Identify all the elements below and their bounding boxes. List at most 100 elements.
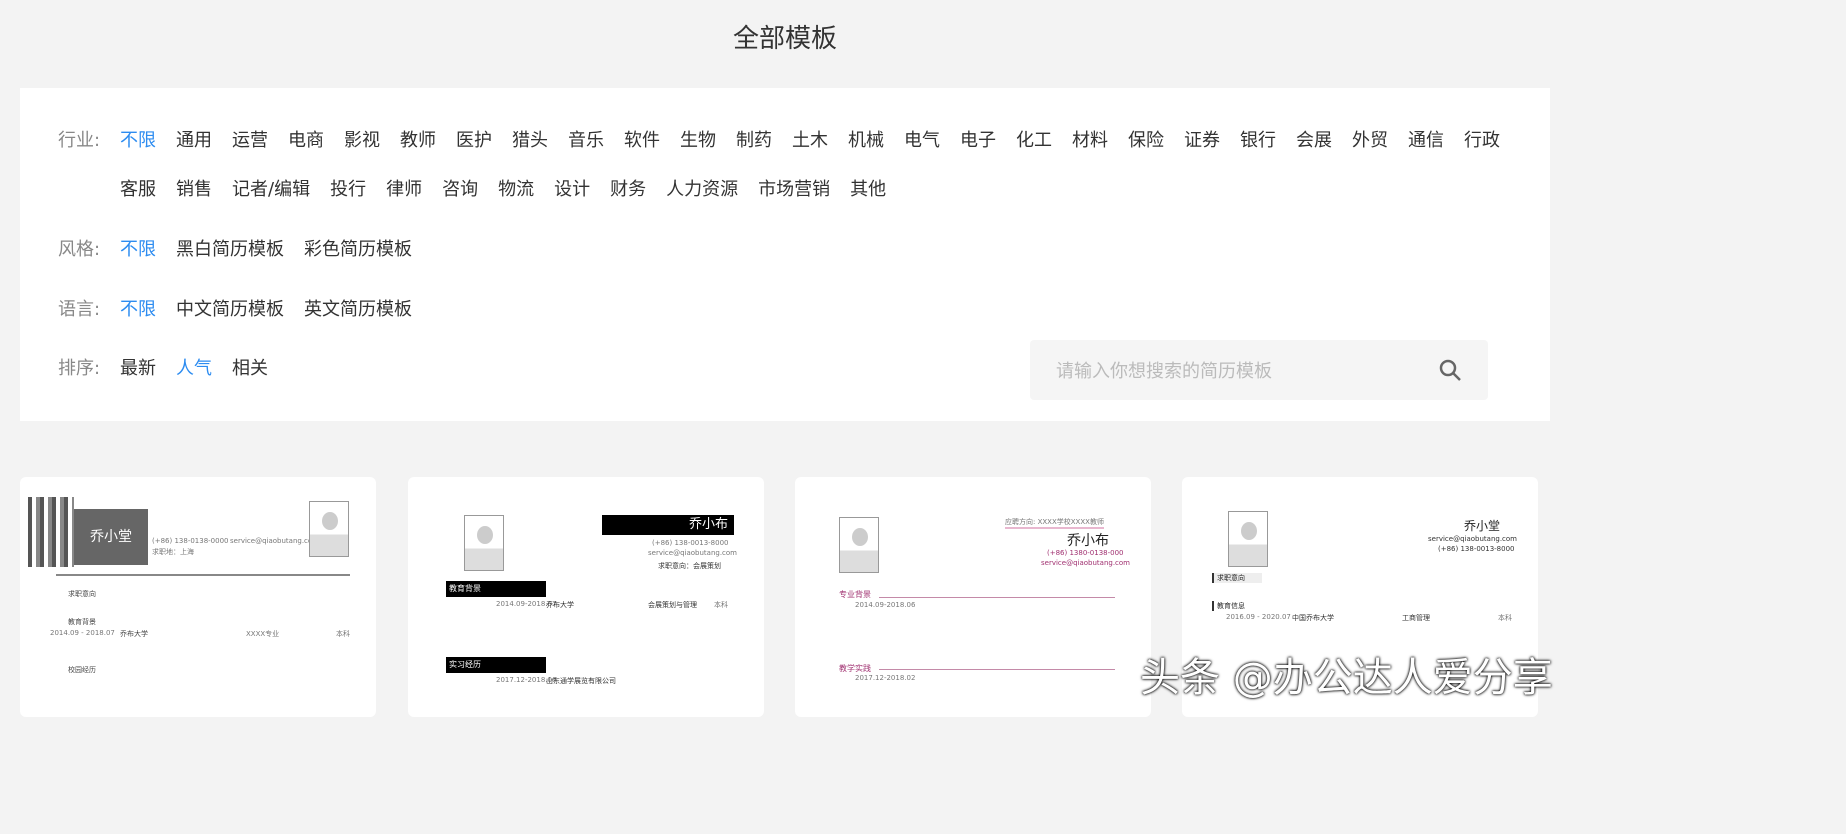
filter-option[interactable]: 客服 — [120, 178, 156, 202]
filter-option[interactable]: 人气 — [176, 357, 212, 381]
filter-label: 风格: — [58, 239, 101, 260]
resume-phone: (+86) 138-0013-8000 — [1438, 545, 1515, 553]
resume-major: 会展策划与管理 — [648, 601, 697, 609]
filter-option[interactable]: 投行 — [330, 178, 366, 202]
resume-target: 应聘方向: XXXX学校XXXX教师 — [1005, 517, 1104, 529]
resume-degree: 本科 — [1498, 614, 1512, 622]
filter-option[interactable]: 彩色简历模板 — [304, 238, 412, 262]
resume-email: service@qiaobutang.com — [648, 549, 738, 557]
filter-option[interactable]: 电商 — [288, 129, 324, 153]
resume-school: 中国乔布大学 — [1292, 614, 1334, 622]
resume-phone: (+86) 1380-0138-000 — [1047, 549, 1124, 557]
filter-industry: 行业: 不限 通用 运营 电商 影视 教师 医护 猎头 音乐 软件 生物 制药 土木 机械 电气 电子 化工 材料… — [58, 129, 1520, 202]
resume-major: XXXX专业 — [246, 630, 280, 638]
filter-option[interactable]: 不限 — [120, 298, 156, 322]
filter-option[interactable]: 运营 — [232, 129, 268, 153]
section-title: 求职意向 — [1212, 573, 1262, 583]
filter-option[interactable]: 相关 — [232, 357, 268, 381]
filter-option[interactable]: 化工 — [1016, 129, 1052, 153]
resume-email: service@qiaobutang.com — [1041, 559, 1131, 567]
filter-option[interactable]: 律师 — [386, 178, 422, 202]
resume-name: 乔小布 — [602, 515, 734, 535]
filter-option[interactable]: 电气 — [904, 129, 940, 153]
filter-label: 排序: — [58, 358, 101, 379]
filter-option[interactable]: 软件 — [624, 129, 660, 153]
filter-style: 风格: 不限 黑白简历模板 彩色简历模板 — [58, 238, 1520, 262]
filter-option[interactable]: 机械 — [848, 129, 884, 153]
filter-option[interactable]: 最新 — [120, 357, 156, 381]
filter-option[interactable]: 通用 — [176, 129, 212, 153]
filter-label: 行业: — [58, 130, 101, 151]
filter-option[interactable]: 影视 — [344, 129, 380, 153]
watermark: 头条 @办公达人爱分享 — [1140, 655, 1553, 701]
filter-option[interactable]: 电子 — [960, 129, 996, 153]
page-title: 全部模板 — [732, 24, 837, 54]
section-title: 教育背景 — [446, 581, 546, 597]
filter-option[interactable]: 人力资源 — [666, 178, 738, 202]
filter-option[interactable]: 记者/编辑 — [232, 178, 310, 202]
search-icon[interactable] — [1438, 358, 1462, 382]
filter-language: 语言: 不限 中文简历模板 英文简历模板 — [58, 298, 1520, 322]
resume-name: 乔小堂 — [1464, 519, 1501, 533]
resume-phone: (+86) 138-0138-0000 — [152, 537, 229, 545]
resume-school: 乔布大学 — [546, 601, 574, 609]
filter-option[interactable]: 其他 — [850, 178, 886, 202]
filter-option[interactable]: 音乐 — [568, 129, 604, 153]
search-placeholder: 请输入你想搜索的简历模板 — [1056, 361, 1272, 382]
filter-option[interactable]: 不限 — [120, 238, 156, 262]
filter-options: 不限 黑白简历模板 彩色简历模板 — [120, 238, 1520, 262]
section-title: 教学实践 — [839, 664, 871, 673]
resume-phone: (+86) 138-0013-8000 — [652, 539, 729, 547]
search-input[interactable]: 请输入你想搜索的简历模板 — [1030, 340, 1488, 400]
filter-option[interactable]: 英文简历模板 — [304, 298, 412, 322]
section-title: 校园经历 — [68, 666, 96, 674]
filter-panel: 行业: 不限 通用 运营 电商 影视 教师 医护 猎头 音乐 软件 生物 制药 土木 机械 电气 电子 化工 材料… — [20, 88, 1550, 421]
filter-option[interactable]: 土木 — [792, 129, 828, 153]
resume-email: service@qiaobutang.com — [230, 537, 320, 545]
photo-placeholder — [1228, 511, 1268, 567]
filter-option[interactable]: 保险 — [1128, 129, 1164, 153]
photo-placeholder — [839, 517, 879, 573]
filter-option[interactable]: 财务 — [610, 178, 646, 202]
resume-date: 2014.09 - 2018.07 — [50, 629, 115, 637]
section-title: 实习经历 — [446, 657, 546, 673]
filter-option[interactable]: 设计 — [554, 178, 590, 202]
filter-option[interactable]: 证券 — [1184, 129, 1220, 153]
resume-location: 求职地：上海 — [152, 548, 194, 556]
resume-degree: 本科 — [336, 630, 350, 638]
template-card[interactable]: 应聘方向: XXXX学校XXXX教师 乔小布 (+86) 1380-0138-0… — [795, 477, 1151, 717]
filter-option[interactable]: 猎头 — [512, 129, 548, 153]
filter-option[interactable]: 会展 — [1296, 129, 1332, 153]
filter-option[interactable]: 通信 — [1408, 129, 1444, 153]
template-card[interactable]: 乔小堂 (+86) 138-0138-0000 service@qiaobuta… — [20, 477, 376, 717]
resume-intent: 求职意向：会展策划 — [658, 562, 721, 570]
filter-option[interactable]: 销售 — [176, 178, 212, 202]
resume-name: 乔小布 — [1067, 533, 1109, 549]
filter-option[interactable]: 中文简历模板 — [176, 298, 284, 322]
filter-option[interactable]: 行政 — [1464, 129, 1500, 153]
filter-options: 不限 通用 运营 电商 影视 教师 医护 猎头 音乐 软件 生物 制药 土木 机械 电气 电子 化工 材料 保险 证券… — [120, 129, 1520, 202]
filter-option[interactable]: 黑白简历模板 — [176, 238, 284, 262]
filter-option[interactable]: 不限 — [120, 129, 156, 153]
section-title: 专业背景 — [839, 590, 871, 599]
decor-bars — [28, 497, 74, 567]
filter-option[interactable]: 生物 — [680, 129, 716, 153]
section-title: 求职意向 — [68, 590, 96, 598]
template-card[interactable]: 乔小布 (+86) 138-0013-8000 service@qiaobuta… — [408, 477, 764, 717]
filter-option[interactable]: 医护 — [456, 129, 492, 153]
filter-option[interactable]: 外贸 — [1352, 129, 1388, 153]
section-title: 教育信息 — [1212, 601, 1245, 611]
filter-label: 语言: — [58, 299, 101, 320]
resume-major: 工商管理 — [1402, 614, 1430, 622]
filter-option[interactable]: 市场营销 — [758, 178, 830, 202]
filter-option[interactable]: 咨询 — [442, 178, 478, 202]
resume-name: 乔小堂 — [74, 509, 148, 565]
resume-email: service@qiaobutang.com — [1428, 535, 1518, 543]
filter-option[interactable]: 制药 — [736, 129, 772, 153]
photo-placeholder — [464, 515, 504, 571]
filter-option[interactable]: 教师 — [400, 129, 436, 153]
filter-option[interactable]: 物流 — [498, 178, 534, 202]
filter-option[interactable]: 银行 — [1240, 129, 1276, 153]
filter-option[interactable]: 材料 — [1072, 129, 1108, 153]
section-title: 教育背景 — [68, 618, 96, 626]
